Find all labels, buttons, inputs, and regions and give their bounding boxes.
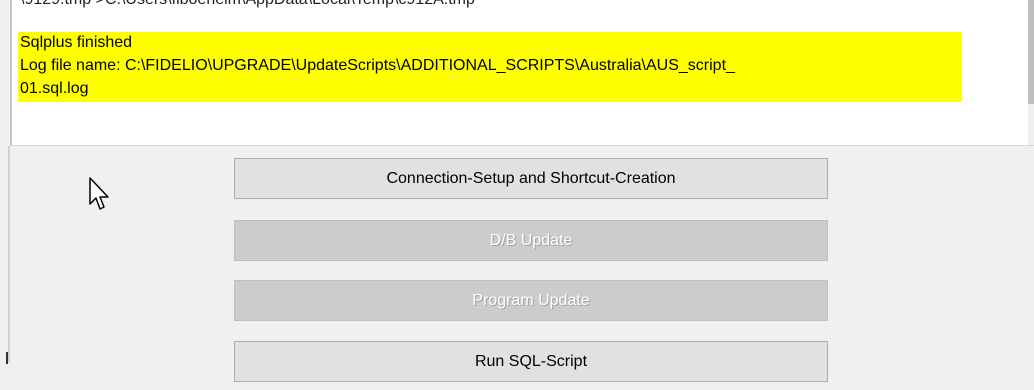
arrow-pointer-icon	[89, 177, 109, 210]
dialog-left-edge	[8, 146, 10, 362]
db-update-button[interactable]: D/B Update	[234, 220, 828, 261]
log-scrollbar[interactable]	[1028, 0, 1034, 145]
log-line-partial: \9129.tmp >C:\Users\fiboeheim\AppData\Lo…	[20, 0, 475, 11]
log-output-textarea[interactable]: \9129.tmp >C:\Users\fiboeheim\AppData\Lo…	[10, 0, 1034, 146]
connection-setup-button[interactable]: Connection-Setup and Shortcut-Creation	[234, 158, 828, 199]
program-update-button[interactable]: Program Update	[234, 280, 828, 321]
log-highlight-block: Sqlplus finished Log file name: C:\FIDEL…	[18, 32, 962, 102]
log-line-logfile-name: Log file name: C:\FIDELIO\UPGRADE\Update…	[20, 57, 735, 74]
log-line-sqlplus-finished: Sqlplus finished	[20, 34, 133, 51]
log-scrollbar-thumb[interactable]	[1028, 0, 1034, 104]
log-line-logfile-suffix: 01.sql.log	[20, 80, 89, 97]
run-sql-script-button[interactable]: Run SQL-Script	[234, 341, 828, 382]
dialog-left-tick	[6, 352, 8, 364]
